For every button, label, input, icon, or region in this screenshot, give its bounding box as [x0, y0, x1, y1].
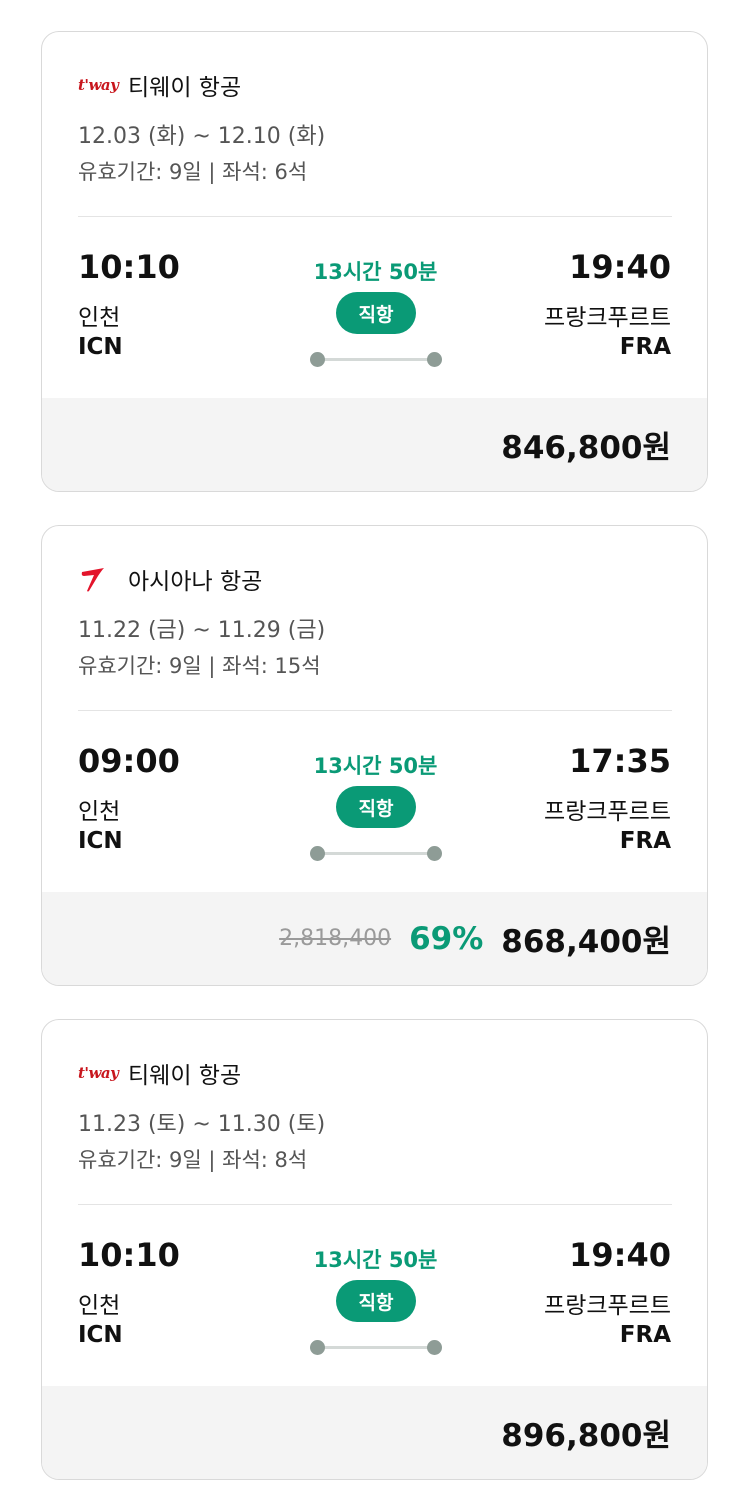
route-line [310, 1338, 442, 1356]
route-end-dot [427, 846, 442, 861]
departure-city: 인천 [78, 799, 121, 825]
departure-code: ICN [78, 828, 123, 854]
arrival-time: 19:40 [569, 1236, 671, 1274]
price-bar: 846,800원 [42, 398, 707, 491]
travel-dates: 12.03 (화) ~ 12.10 (화) [78, 124, 326, 149]
direct-badge: 직항 [336, 1280, 416, 1322]
arrival-city: 프랑크푸르트 [544, 799, 671, 825]
arrival-code: FRA [619, 828, 671, 854]
tway-logo-icon: t'way [78, 1056, 122, 1090]
direct-badge: 직항 [336, 292, 416, 334]
original-price: 2,818,400 [279, 926, 392, 951]
validity-seats: 유효기간: 9일 | 좌석: 15석 [78, 654, 321, 678]
arrival-time: 17:35 [569, 742, 671, 780]
validity-seats: 유효기간: 9일 | 좌석: 6석 [78, 160, 308, 184]
route-line-bar [318, 358, 434, 361]
arrival-city: 프랑크푸르트 [544, 1293, 671, 1319]
divider [78, 216, 672, 217]
route-line [310, 844, 442, 862]
flight-card[interactable]: 아시아나 항공 11.22 (금) ~ 11.29 (금) 유효기간: 9일 |… [41, 525, 708, 986]
arrival-city: 프랑크푸르트 [544, 305, 671, 331]
departure-code: ICN [78, 334, 123, 360]
divider [78, 1204, 672, 1205]
route-end-dot [427, 352, 442, 367]
route-start-dot [310, 846, 325, 861]
route-start-dot [310, 1340, 325, 1355]
route-line-bar [318, 852, 434, 855]
price-bar: 896,800원 [42, 1386, 707, 1479]
tway-logo-icon: t'way [78, 68, 122, 102]
arrival-time: 19:40 [569, 248, 671, 286]
airline-row: t'way 티웨이 항공 [78, 68, 241, 102]
airline-row: t'way 티웨이 항공 [78, 1056, 241, 1090]
flight-card[interactable]: t'way 티웨이 항공 11.23 (토) ~ 11.30 (토) 유효기간:… [41, 1019, 708, 1480]
discount-rate: 69% [409, 920, 484, 957]
travel-dates: 11.23 (토) ~ 11.30 (토) [78, 1112, 326, 1137]
departure-city: 인천 [78, 305, 121, 331]
tway-logo-text: t'way [78, 1064, 119, 1082]
asiana-wing-logo-icon [78, 562, 122, 596]
travel-dates: 11.22 (금) ~ 11.29 (금) [78, 618, 326, 643]
airline-name: 티웨이 항공 [128, 75, 242, 101]
route-start-dot [310, 352, 325, 367]
divider [78, 710, 672, 711]
price-bar: 2,818,400 69% 868,400원 [42, 892, 707, 985]
arrival-code: FRA [619, 1322, 671, 1348]
validity-seats: 유효기간: 9일 | 좌석: 8석 [78, 1148, 308, 1172]
route-line [310, 350, 442, 368]
route-end-dot [427, 1340, 442, 1355]
airline-name: 티웨이 항공 [128, 1063, 242, 1089]
airline-row: 아시아나 항공 [78, 562, 262, 596]
price: 868,400원 [501, 924, 671, 960]
price: 896,800원 [501, 1418, 671, 1454]
tway-logo-text: t'way [78, 76, 119, 94]
arrival-code: FRA [619, 334, 671, 360]
airline-name: 아시아나 항공 [128, 569, 263, 595]
flight-card[interactable]: t'way 티웨이 항공 12.03 (화) ~ 12.10 (화) 유효기간:… [41, 31, 708, 492]
departure-city: 인천 [78, 1293, 121, 1319]
price: 846,800원 [501, 430, 671, 466]
route-line-bar [318, 1346, 434, 1349]
direct-badge: 직항 [336, 786, 416, 828]
departure-code: ICN [78, 1322, 123, 1348]
